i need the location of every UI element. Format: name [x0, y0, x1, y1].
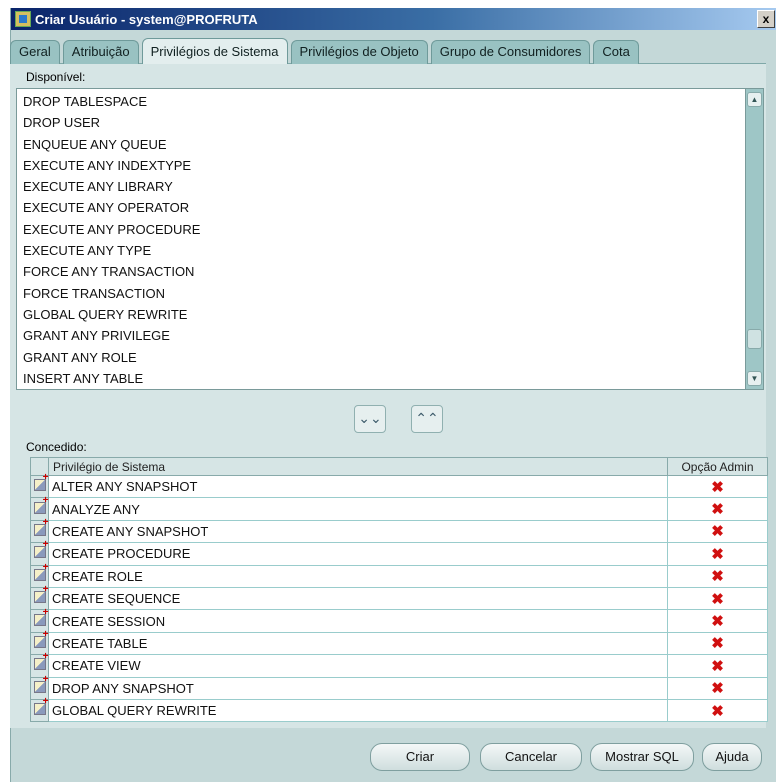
- available-items: DROP TABLESPACE DROP USER ENQUEUE ANY QUEU…: [17, 89, 763, 389]
- privilege-cell[interactable]: CREATE SESSION: [48, 609, 668, 633]
- move-up-icon[interactable]: ⌃⌃: [411, 405, 443, 433]
- list-item[interactable]: EXECUTE ANY PROCEDURE: [23, 219, 763, 240]
- row-edit-icon: [33, 651, 49, 671]
- create-button[interactable]: Criar: [370, 743, 470, 771]
- available-label: Disponível:: [26, 70, 86, 84]
- admin-off-icon[interactable]: ✖: [667, 564, 768, 588]
- tab-cota[interactable]: Cota: [593, 40, 639, 64]
- tab-atribuicao[interactable]: Atribuição: [62, 40, 139, 64]
- tab-geral[interactable]: Geral: [10, 40, 60, 64]
- move-down-icon[interactable]: ⌄⌄: [354, 405, 386, 433]
- tab-privilegios-objeto[interactable]: Privilégios de Objeto: [290, 40, 428, 64]
- table-header-row: Privilégio de Sistema Opção Admin: [30, 457, 768, 476]
- privilege-cell[interactable]: CREATE ROLE: [48, 564, 668, 588]
- admin-off-icon[interactable]: ✖: [667, 676, 768, 700]
- privilege-cell[interactable]: CREATE PROCEDURE: [48, 542, 668, 566]
- table-row[interactable]: DROP ANY SNAPSHOT✖: [30, 674, 768, 700]
- row-edit-icon: [33, 584, 49, 604]
- available-privileges-list[interactable]: DROP TABLESPACE DROP USER ENQUEUE ANY QUEU…: [16, 88, 764, 390]
- admin-off-icon[interactable]: ✖: [667, 654, 768, 678]
- show-sql-button[interactable]: Mostrar SQL: [590, 743, 694, 771]
- window-title: Criar Usuário - system@PROFRUTA: [35, 11, 258, 27]
- granted-rows: ALTER ANY SNAPSHOT✖ANALYZE ANY✖CREATE AN…: [30, 472, 768, 723]
- app-icon: [15, 11, 31, 27]
- list-item[interactable]: GRANT ANY PRIVILEGE: [23, 325, 763, 346]
- table-row[interactable]: CREATE TABLE✖: [30, 629, 768, 656]
- list-item[interactable]: EXECUTE ANY OPERATOR: [23, 197, 763, 218]
- title-bar: Criar Usuário - system@PROFRUTA x: [11, 8, 776, 30]
- list-item[interactable]: DROP USER: [23, 112, 763, 133]
- table-row[interactable]: CREATE SEQUENCE✖: [30, 584, 768, 611]
- list-item[interactable]: GLOBAL QUERY REWRITE: [23, 304, 763, 325]
- table-row[interactable]: GLOBAL QUERY REWRITE✖: [30, 696, 768, 723]
- admin-off-icon[interactable]: ✖: [667, 474, 768, 499]
- admin-off-icon[interactable]: ✖: [667, 497, 768, 521]
- row-edit-icon: [33, 562, 49, 581]
- granted-privileges-table: Privilégio de Sistema Opção Admin ALTER …: [30, 457, 768, 723]
- table-row[interactable]: ANALYZE ANY✖: [30, 495, 768, 521]
- privilege-cell[interactable]: CREATE TABLE: [48, 631, 668, 656]
- list-item[interactable]: INSERT ANY TABLE: [23, 368, 763, 389]
- row-edit-icon: [33, 539, 49, 559]
- row-edit-icon: [33, 674, 49, 693]
- tab-strip: Geral Atribuição Privilégios de Sistema …: [10, 38, 642, 64]
- available-scrollbar[interactable]: ▲ ▼: [745, 89, 763, 389]
- row-edit-icon: [33, 629, 49, 648]
- tab-privilegios-sistema[interactable]: Privilégios de Sistema: [141, 38, 288, 64]
- privilege-cell[interactable]: CREATE VIEW: [48, 654, 668, 678]
- table-row[interactable]: CREATE PROCEDURE✖: [30, 539, 768, 566]
- table-row[interactable]: CREATE ROLE✖: [30, 562, 768, 588]
- list-item[interactable]: FORCE TRANSACTION: [23, 283, 763, 304]
- privilege-cell[interactable]: CREATE SEQUENCE: [48, 586, 668, 611]
- privilege-cell[interactable]: ANALYZE ANY: [48, 497, 668, 521]
- column-header-privilege[interactable]: Privilégio de Sistema: [48, 457, 668, 476]
- table-row[interactable]: CREATE SESSION✖: [30, 607, 768, 633]
- row-edit-icon: [33, 517, 49, 536]
- help-button[interactable]: Ajuda: [702, 743, 762, 771]
- list-item[interactable]: EXECUTE ANY LIBRARY: [23, 176, 763, 197]
- row-edit-icon: [33, 696, 49, 716]
- scroll-thumb[interactable]: [747, 329, 762, 349]
- table-row[interactable]: CREATE VIEW✖: [30, 651, 768, 678]
- cancel-button[interactable]: Cancelar: [480, 743, 582, 771]
- granted-label: Concedido:: [26, 440, 87, 454]
- row-edit-icon: [33, 607, 49, 626]
- scroll-up-icon[interactable]: ▲: [747, 92, 762, 107]
- row-edit-icon: [33, 495, 49, 514]
- tab-grupo-consumidores[interactable]: Grupo de Consumidores: [430, 40, 591, 64]
- list-item[interactable]: DROP TABLESPACE: [23, 91, 763, 112]
- admin-off-icon[interactable]: ✖: [667, 609, 768, 633]
- row-edit-icon: [33, 472, 49, 492]
- row-header[interactable]: [30, 696, 49, 723]
- table-row[interactable]: ALTER ANY SNAPSHOT✖: [30, 472, 768, 499]
- scroll-down-icon[interactable]: ▼: [747, 371, 762, 386]
- admin-off-icon[interactable]: ✖: [667, 542, 768, 566]
- table-row[interactable]: CREATE ANY SNAPSHOT✖: [30, 517, 768, 544]
- privilege-cell[interactable]: CREATE ANY SNAPSHOT: [48, 519, 668, 544]
- close-icon[interactable]: x: [757, 10, 775, 28]
- admin-off-icon[interactable]: ✖: [667, 698, 768, 723]
- list-item[interactable]: EXECUTE ANY TYPE: [23, 240, 763, 261]
- admin-off-icon[interactable]: ✖: [667, 631, 768, 656]
- privilege-cell[interactable]: ALTER ANY SNAPSHOT: [48, 474, 668, 499]
- privilege-cell[interactable]: GLOBAL QUERY REWRITE: [48, 698, 668, 723]
- list-item[interactable]: ENQUEUE ANY QUEUE: [23, 134, 763, 155]
- list-item[interactable]: FORCE ANY TRANSACTION: [23, 261, 763, 282]
- privilege-cell[interactable]: DROP ANY SNAPSHOT: [48, 676, 668, 700]
- list-item[interactable]: GRANT ANY ROLE: [23, 347, 763, 368]
- admin-off-icon[interactable]: ✖: [667, 519, 768, 544]
- admin-off-icon[interactable]: ✖: [667, 586, 768, 611]
- column-header-admin[interactable]: Opção Admin: [667, 457, 768, 476]
- list-item[interactable]: EXECUTE ANY INDEXTYPE: [23, 155, 763, 176]
